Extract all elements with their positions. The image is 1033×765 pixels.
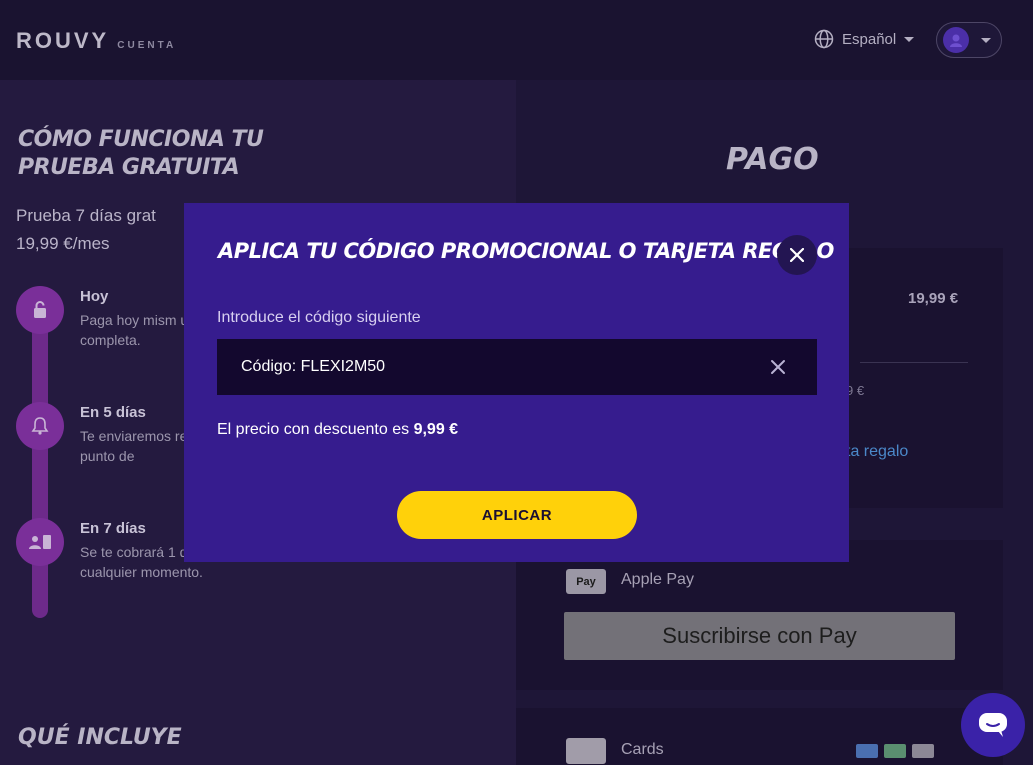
discount-price: 9,99 € — [413, 421, 459, 438]
logo-text: ROUVY — [16, 28, 110, 53]
chevron-down-icon — [981, 37, 991, 43]
apple-pay-subscribe-button[interactable]: Suscribirse con Pay — [564, 612, 955, 660]
close-icon — [790, 248, 804, 262]
id-card-icon — [29, 535, 51, 549]
apple-pay-badge-text: Pay — [576, 575, 596, 588]
chevron-down-icon — [904, 36, 915, 42]
credit-card-icon — [566, 738, 606, 764]
chat-button[interactable] — [961, 693, 1025, 757]
clear-code-button[interactable] — [768, 357, 788, 377]
avatar — [943, 27, 969, 53]
card-brand-icon — [912, 744, 934, 758]
divider — [860, 362, 968, 363]
jcb-icon — [884, 744, 906, 758]
apple-pay-badge: Pay — [566, 569, 606, 594]
modal-title: APLICA TU CÓDIGO PROMOCIONAL O TARJETA R… — [218, 239, 834, 263]
cards-label[interactable]: Cards — [621, 741, 664, 759]
trial-title: CÓMO FUNCIONA TU PRUEBA GRATUITA — [18, 127, 264, 180]
discount-message: El precio con descuento es 9,99 € — [217, 421, 458, 439]
apply-button[interactable]: APLICAR — [397, 491, 637, 539]
bell-icon-circle — [16, 402, 64, 450]
trial-price: 19,99 €/mes — [16, 234, 110, 253]
code-field-label: Introduce el código siguiente — [217, 309, 421, 326]
promo-code-value: Código: FLEXI2M50 — [241, 358, 386, 375]
close-button[interactable] — [777, 235, 817, 275]
step-heading: Hoy — [80, 288, 109, 305]
lock-icon — [34, 301, 46, 318]
header: ROUVY CUENTA Español — [0, 0, 1033, 80]
chat-icon — [979, 713, 1007, 737]
logo-subtitle: CUENTA — [117, 40, 177, 51]
promo-code-input[interactable]: Código: FLEXI2M50 — [217, 339, 817, 395]
promo-code-modal: APLICA TU CÓDIGO PROMOCIONAL O TARJETA R… — [184, 203, 849, 562]
id-card-icon-circle — [16, 518, 64, 566]
includes-title: QUÉ INCLUYE — [18, 725, 182, 750]
globe-icon — [814, 29, 834, 49]
close-icon — [771, 360, 785, 374]
trial-duration: Prueba 7 días grat — [16, 206, 156, 225]
price-value: 19,99 € — [908, 290, 959, 307]
discount-prefix: El precio con descuento es — [217, 421, 410, 438]
step-heading: En 7 días — [80, 520, 146, 537]
trial-subtitle: Prueba 7 días grat 19,99 €/mes — [16, 202, 156, 258]
user-icon — [950, 34, 962, 47]
amex-icon — [856, 744, 878, 758]
language-selector[interactable]: Español — [814, 29, 915, 49]
apple-pay-label[interactable]: Apple Pay — [621, 571, 694, 589]
step-heading: En 5 días — [80, 404, 146, 421]
bell-icon — [31, 417, 49, 435]
payment-title: PAGO — [726, 142, 819, 177]
gift-card-link[interactable]: ta regalo — [846, 443, 908, 461]
lock-icon-circle — [16, 286, 64, 334]
language-label: Español — [842, 30, 897, 48]
user-menu[interactable] — [936, 22, 1002, 58]
timeline-bar — [32, 308, 48, 618]
rouvy-logo[interactable]: ROUVY CUENTA — [16, 28, 176, 54]
